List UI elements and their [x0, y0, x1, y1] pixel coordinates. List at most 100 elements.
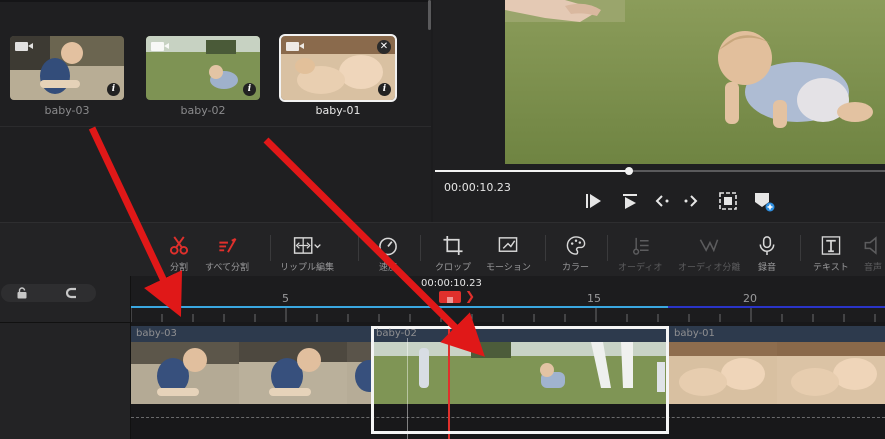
audio-track-guide — [131, 417, 885, 418]
tool-label: 速度 — [378, 263, 397, 273]
play-button[interactable] — [583, 190, 605, 212]
mark-out-button[interactable] — [679, 190, 701, 212]
scrubber-progress — [435, 170, 629, 172]
close-icon[interactable]: ✕ — [377, 40, 391, 54]
preview-video-frame[interactable] — [505, 0, 885, 164]
info-icon[interactable]: i — [243, 83, 256, 96]
audio-icon — [633, 237, 649, 255]
timeline-clip-baby-02[interactable]: baby-02 — [371, 326, 669, 404]
speed-icon — [379, 237, 397, 256]
magnet-icon — [66, 287, 76, 299]
tool-ripple-edit[interactable]: リップル編集 — [280, 235, 334, 273]
media-item-baby-01[interactable]: ✕ i — [279, 34, 397, 102]
text-icon — [821, 236, 841, 255]
add-to-timeline-icon — [755, 193, 775, 212]
play-icon — [586, 194, 601, 208]
clip-filmstrip — [371, 342, 669, 404]
tool-label: 音声 — [863, 263, 882, 273]
mark-out-icon — [684, 195, 698, 207]
tool-label: 分割 — [169, 263, 188, 273]
lock-track-button[interactable] — [2, 284, 42, 302]
video-camera-icon — [151, 42, 169, 51]
timeline-clip-baby-03[interactable]: baby-03 — [131, 326, 371, 404]
media-panel-top-border — [0, 0, 431, 2]
mark-in-icon — [655, 195, 669, 207]
tool-label: クロップ — [435, 263, 472, 273]
media-item-baby-03[interactable]: i — [10, 36, 124, 100]
media-item-label: baby-03 — [44, 104, 90, 117]
split-all-icon — [219, 237, 237, 253]
edit-toolbar: 分割 すべて分割 リップル編集 速度 クロップ モーション カラー オーディオ … — [0, 222, 885, 276]
preview-timecode: 00:00:10.23 — [444, 181, 511, 194]
media-library-panel: i baby-03 i baby-02 ✕ i baby-01 — [0, 0, 431, 222]
step-forward-icon — [623, 194, 637, 209]
ruler-tick-label: 20 — [743, 292, 757, 305]
tool-label: モーション — [486, 263, 531, 273]
clip-name: baby-03 — [136, 328, 177, 339]
snapshot-button[interactable] — [717, 190, 739, 212]
tool-crop[interactable]: クロップ — [435, 235, 471, 273]
preview-scrubber[interactable] — [435, 167, 885, 175]
ruler-remaining-line — [668, 306, 885, 308]
palette-icon — [566, 236, 585, 255]
add-to-timeline-button[interactable] — [753, 190, 775, 212]
tool-color[interactable]: カラー — [562, 235, 589, 273]
media-scrollbar[interactable] — [428, 0, 431, 30]
tool-label: カラー — [562, 263, 590, 273]
clip-frame — [239, 342, 347, 404]
tool-split[interactable]: 分割 — [168, 235, 190, 273]
tool-label: リップル編集 — [280, 263, 335, 273]
info-icon[interactable]: i — [107, 83, 120, 96]
preview-image — [505, 0, 885, 164]
tool-motion[interactable]: モーション — [486, 235, 531, 273]
video-camera-icon — [15, 42, 33, 51]
tool-audio-split[interactable]: オーディオ分離 — [678, 235, 740, 273]
toolbar-divider — [420, 235, 421, 261]
next-frame-button[interactable] — [619, 190, 641, 212]
tool-label: すべて分割 — [205, 263, 250, 273]
crop-icon — [443, 235, 463, 256]
magnet-snap-button[interactable] — [52, 284, 92, 302]
tool-split-all[interactable]: すべて分割 — [205, 235, 249, 273]
cursor-guide-line — [407, 338, 408, 439]
toolbar-divider — [545, 235, 546, 261]
tool-record[interactable]: 録音 — [756, 235, 778, 273]
tool-speed[interactable]: 速度 — [377, 235, 399, 273]
playhead-handle[interactable] — [439, 291, 461, 303]
tool-text[interactable]: テキスト — [813, 235, 849, 273]
tool-voice[interactable]: 音声 — [862, 235, 884, 273]
playhead-timecode: 00:00:10.23 — [421, 278, 482, 289]
clip-frame — [669, 342, 777, 404]
tool-audio[interactable]: オーディオ — [618, 235, 662, 273]
grip-icon — [447, 297, 453, 303]
ruler-progress-line — [131, 306, 668, 308]
toolbar-divider — [800, 235, 801, 261]
playhead-line[interactable] — [448, 322, 450, 439]
clip-frame — [371, 342, 669, 404]
scrubber-handle[interactable] — [624, 167, 633, 175]
clip-filmstrip — [669, 342, 885, 404]
tool-label: 録音 — [757, 263, 776, 273]
lock-icon — [17, 287, 27, 299]
tool-label: テキスト — [813, 263, 849, 273]
media-panel-divider — [0, 126, 431, 127]
ruler-ticks — [131, 306, 876, 322]
mic-icon — [759, 236, 775, 256]
clip-frame — [131, 342, 239, 404]
header-divider — [0, 322, 131, 323]
timeline-ruler[interactable]: 5 10 15 20 00:00:10.23 ❯ — [131, 276, 885, 322]
ruler-tick-label: 5 — [282, 292, 289, 305]
timeline-clip-baby-01[interactable]: baby-01 — [669, 326, 885, 404]
media-item-baby-02[interactable]: i — [146, 36, 260, 100]
toolbar-divider — [270, 235, 271, 261]
motion-icon — [499, 237, 518, 252]
info-icon[interactable]: i — [378, 83, 391, 96]
media-item-label: baby-02 — [180, 104, 226, 117]
mark-in-button[interactable] — [653, 190, 675, 212]
preview-panel: 00:00:10.23 — [433, 0, 885, 222]
video-camera-icon — [286, 42, 304, 51]
clip-frame — [347, 342, 371, 404]
ripple-edit-icon — [293, 237, 321, 254]
playhead-marker-icon: ❯ — [465, 289, 476, 303]
clip-filmstrip — [131, 342, 371, 404]
